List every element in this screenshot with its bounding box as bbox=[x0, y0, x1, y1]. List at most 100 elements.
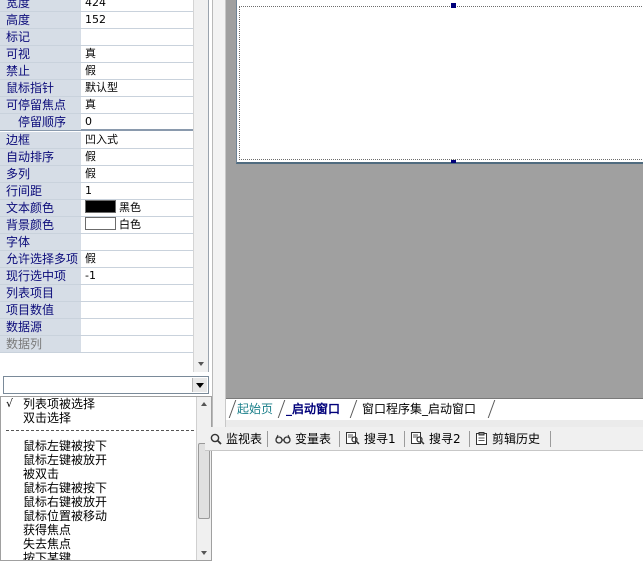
event-list-scrollbar[interactable] bbox=[196, 397, 211, 560]
event-list[interactable]: √ 列表项被选择 双击选择 鼠标左键被按下 鼠标左键被放开 被双击 鼠标右键被按… bbox=[0, 396, 212, 561]
property-row-data-column[interactable]: 数据列 bbox=[0, 336, 193, 353]
property-row-background-color[interactable]: 背景颜色 白色 bbox=[0, 217, 193, 234]
event-item[interactable]: 鼠标右键被放开 bbox=[23, 495, 107, 509]
tab-startup-window[interactable]: _启动窗口 bbox=[286, 401, 340, 418]
watch-table-button[interactable]: 监视表 bbox=[210, 430, 262, 448]
property-value[interactable] bbox=[82, 336, 193, 352]
color-name: 黑色 bbox=[119, 201, 141, 214]
property-name: 可停留焦点 bbox=[0, 97, 81, 113]
property-row-text-color[interactable]: 文本颜色 黑色 bbox=[0, 200, 193, 217]
property-name: 现行选中项 bbox=[0, 268, 81, 284]
property-value[interactable]: 凹入式 bbox=[82, 132, 193, 148]
selected-control-outline[interactable] bbox=[239, 3, 643, 163]
event-combo-dropdown-button[interactable] bbox=[192, 378, 207, 392]
property-row-line-spacing[interactable]: 行间距 1 bbox=[0, 183, 193, 200]
property-row-tab-order[interactable]: 停留顺序 0 bbox=[0, 114, 193, 131]
variable-table-button[interactable]: 变量表 bbox=[275, 430, 331, 448]
scroll-up-arrow-icon[interactable] bbox=[201, 402, 207, 406]
property-row-height[interactable]: 高度 152 bbox=[0, 12, 193, 29]
toolbar-label: 搜寻1 bbox=[364, 432, 396, 446]
property-value[interactable]: 假 bbox=[82, 149, 193, 165]
tab-divider bbox=[277, 400, 286, 418]
property-value[interactable] bbox=[82, 29, 193, 45]
property-name: 自动排序 bbox=[0, 149, 81, 165]
property-row-width[interactable]: 宽度 424 bbox=[0, 0, 193, 12]
property-row-visible[interactable]: 可视 真 bbox=[0, 46, 193, 63]
property-grid-scrollbar[interactable] bbox=[193, 0, 208, 372]
property-value[interactable]: -1 bbox=[82, 268, 193, 284]
property-value[interactable]: 424 bbox=[82, 0, 193, 11]
property-value[interactable] bbox=[82, 302, 193, 318]
tab-start-page[interactable]: 起始页 bbox=[237, 401, 273, 418]
event-item[interactable]: 失去焦点 bbox=[23, 537, 71, 551]
property-value[interactable]: 黑色 bbox=[82, 200, 193, 216]
property-value[interactable]: 真 bbox=[82, 46, 193, 62]
property-value[interactable]: 真 bbox=[82, 97, 193, 113]
property-row-mouse-pointer[interactable]: 鼠标指针 默认型 bbox=[0, 80, 193, 97]
property-value[interactable]: 假 bbox=[82, 63, 193, 79]
event-item[interactable]: 列表项被选择 bbox=[23, 397, 95, 411]
property-value[interactable]: 0 bbox=[82, 114, 193, 130]
event-item[interactable]: 按下某键 bbox=[23, 551, 71, 560]
property-name: 禁止 bbox=[0, 63, 81, 79]
event-item[interactable]: 鼠标左键被按下 bbox=[23, 439, 107, 453]
search-2-button[interactable]: 搜寻2 bbox=[411, 430, 461, 448]
scrollbar-thumb[interactable] bbox=[198, 443, 210, 519]
property-value[interactable]: 1 bbox=[82, 183, 193, 199]
designer-canvas bbox=[226, 0, 643, 398]
property-row-border[interactable]: 边框 凹入式 bbox=[0, 132, 193, 149]
toolbar-label: 变量表 bbox=[295, 432, 332, 446]
event-combo[interactable] bbox=[3, 376, 209, 394]
property-value[interactable] bbox=[82, 319, 193, 335]
scroll-down-arrow-icon[interactable] bbox=[198, 362, 204, 366]
glasses-icon bbox=[275, 434, 291, 444]
property-row-list-items[interactable]: 列表项目 bbox=[0, 285, 193, 302]
property-row-item-values[interactable]: 项目数值 bbox=[0, 302, 193, 319]
property-name: 多列 bbox=[0, 166, 81, 182]
event-item[interactable]: 双击选择 bbox=[23, 411, 71, 425]
property-name: 允许选择多项 bbox=[0, 251, 81, 267]
property-value[interactable]: 152 bbox=[82, 12, 193, 28]
property-value[interactable]: 白色 bbox=[82, 217, 193, 233]
check-mark-icon: √ bbox=[6, 397, 14, 410]
property-row-multi-column[interactable]: 多列 假 bbox=[0, 166, 193, 183]
property-row-allow-multi-select[interactable]: 允许选择多项 假 bbox=[0, 251, 193, 268]
color-swatch bbox=[85, 200, 116, 213]
property-row-auto-sort[interactable]: 自动排序 假 bbox=[0, 149, 193, 166]
event-item[interactable]: 获得焦点 bbox=[23, 523, 71, 537]
event-item[interactable]: 被双击 bbox=[23, 467, 59, 481]
property-row-focusable[interactable]: 可停留焦点 真 bbox=[0, 97, 193, 114]
find-list-icon bbox=[346, 432, 360, 445]
scroll-down-arrow-icon[interactable] bbox=[201, 551, 207, 555]
property-grid: 宽度 424 高度 152 标记 可视 真 禁止 假 鼠标指针 默认型 可停留焦… bbox=[0, 0, 209, 372]
toolbar-divider bbox=[404, 431, 405, 447]
property-value[interactable] bbox=[82, 234, 193, 250]
property-name: 背景颜色 bbox=[0, 217, 81, 233]
search-1-button[interactable]: 搜寻1 bbox=[346, 430, 396, 448]
event-item[interactable]: 鼠标左键被放开 bbox=[23, 453, 107, 467]
property-name: 停留顺序 bbox=[0, 114, 81, 130]
form-preview[interactable] bbox=[236, 0, 643, 164]
toolbar-divider bbox=[267, 431, 268, 447]
event-item[interactable]: 鼠标位置被移动 bbox=[23, 509, 107, 523]
property-row-current-selection[interactable]: 现行选中项 -1 bbox=[0, 268, 193, 285]
property-name: 可视 bbox=[0, 46, 81, 62]
clipboard-icon bbox=[476, 432, 487, 445]
property-value[interactable]: 假 bbox=[82, 251, 193, 267]
property-row-data-source[interactable]: 数据源 bbox=[0, 319, 193, 336]
property-row-font[interactable]: 字体 bbox=[0, 234, 193, 251]
property-row-disabled[interactable]: 禁止 假 bbox=[0, 63, 193, 80]
document-tab-bar: 起始页 _启动窗口 窗口程序集_启动窗口 bbox=[226, 398, 643, 421]
tab-window-assembly[interactable]: 窗口程序集_启动窗口 bbox=[362, 401, 476, 418]
output-panel[interactable] bbox=[212, 451, 643, 561]
property-value[interactable] bbox=[82, 285, 193, 301]
event-item[interactable]: 鼠标右键被按下 bbox=[23, 481, 107, 495]
resize-handle-top[interactable] bbox=[451, 3, 456, 8]
property-row-tag[interactable]: 标记 bbox=[0, 29, 193, 46]
property-value[interactable]: 默认型 bbox=[82, 80, 193, 96]
property-name: 字体 bbox=[0, 234, 81, 250]
resize-handle-bottom[interactable] bbox=[451, 160, 456, 163]
clip-history-button[interactable]: 剪辑历史 bbox=[476, 430, 540, 448]
property-value[interactable]: 假 bbox=[82, 166, 193, 182]
property-name: 文本颜色 bbox=[0, 200, 81, 216]
